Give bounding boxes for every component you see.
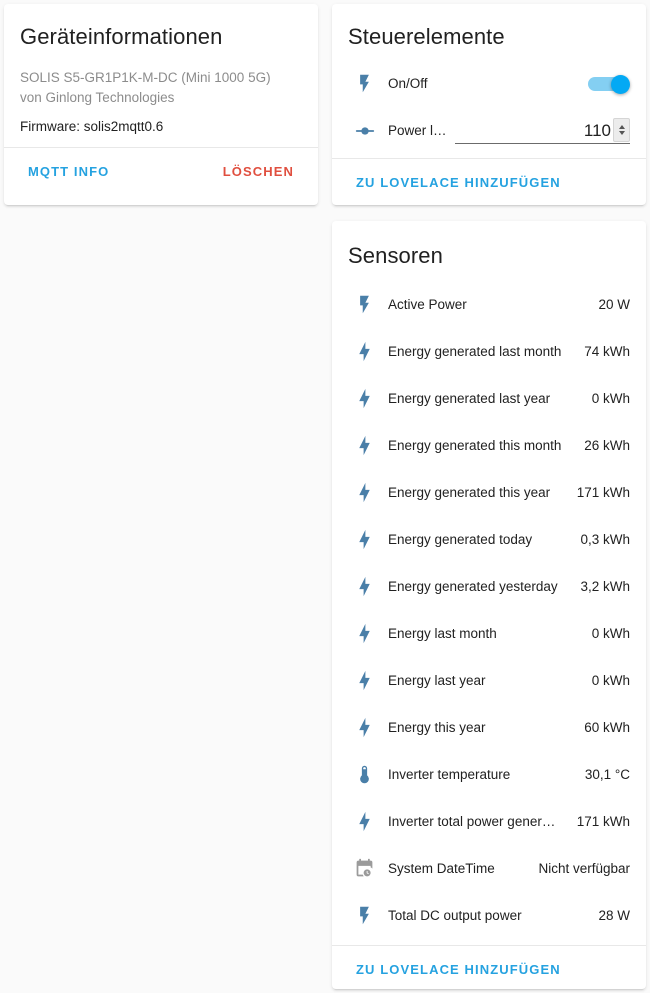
calendar-clock-icon xyxy=(348,858,388,879)
stepper-up-icon[interactable] xyxy=(618,124,625,129)
controls-card: Steuerelemente On/Off Power li… 110 ZU L… xyxy=(332,4,646,205)
sensors-title: Sensoren xyxy=(348,243,443,268)
sensor-row[interactable]: Energy last year 0 kWh xyxy=(348,657,630,704)
device-page: Geräteinformationen SOLIS S5-GR1P1K-M-DC… xyxy=(0,0,650,993)
sensor-row[interactable]: Energy generated this month 26 kWh xyxy=(348,422,630,469)
flash-icon xyxy=(348,73,388,94)
flash-icon xyxy=(348,294,388,315)
sensors-actions: ZU LOVELACE HINZUFÜGEN xyxy=(332,946,646,989)
sensor-name: System DateTime xyxy=(388,861,495,876)
sensor-value: 60 kWh xyxy=(584,720,630,735)
sensor-name: Energy last month xyxy=(388,626,497,641)
sensor-value: 0 kWh xyxy=(591,626,630,641)
sensor-name: Energy generated today xyxy=(388,532,533,547)
sensor-row[interactable]: Energy generated yesterday 3,2 kWh xyxy=(348,563,630,610)
sensor-name: Energy generated last year xyxy=(388,391,551,406)
power-limit-input[interactable] xyxy=(455,120,613,143)
sensors-add-to-lovelace-button[interactable]: ZU LOVELACE HINZUFÜGEN xyxy=(348,957,569,982)
device-firmware: Firmware: solis2mqtt0.6 xyxy=(20,119,164,134)
sensor-value: 74 kWh xyxy=(584,344,630,359)
lightning-bolt-icon xyxy=(348,717,388,738)
sensor-row[interactable]: Energy this year 60 kWh xyxy=(348,704,630,751)
lightning-bolt-icon xyxy=(348,576,388,597)
sensor-value: Nicht verfügbar xyxy=(538,861,630,876)
lightning-bolt-icon xyxy=(348,623,388,644)
lightning-bolt-icon xyxy=(348,388,388,409)
lightning-bolt-icon xyxy=(348,670,388,691)
sensor-row[interactable]: Energy last month 0 kWh xyxy=(348,610,630,657)
sensor-value: 28 W xyxy=(598,908,630,923)
sensor-row[interactable]: Inverter temperature 30,1 °C xyxy=(348,751,630,798)
device-info-title: Geräteinformationen xyxy=(20,24,223,49)
sensor-value: 0 kWh xyxy=(591,673,630,688)
sensor-name: Energy this year xyxy=(388,720,486,735)
toggle-thumb xyxy=(611,74,630,94)
sensor-name: Total DC output power xyxy=(388,908,522,923)
control-row-onoff[interactable]: On/Off xyxy=(348,60,630,107)
sensor-name: Inverter temperature xyxy=(388,767,511,782)
sensor-value: 171 kWh xyxy=(576,485,630,500)
controls-add-to-lovelace-button[interactable]: ZU LOVELACE HINZUFÜGEN xyxy=(348,170,569,195)
sensors-body: Sensoren Active Power 20 W Energy generate… xyxy=(332,221,646,945)
flash-icon xyxy=(348,905,388,926)
sensor-value: 171 kWh xyxy=(576,814,630,829)
thermometer-icon xyxy=(348,764,388,785)
sensor-row[interactable]: Energy generated today 0,3 kWh xyxy=(348,516,630,563)
sensor-row[interactable]: Energy generated last month 74 kWh xyxy=(348,328,630,375)
sensor-value: 0,3 kWh xyxy=(580,532,630,547)
sensor-value: 20 W xyxy=(598,297,630,312)
control-row-power-limit[interactable]: Power li… xyxy=(348,107,630,154)
sensor-row[interactable]: System DateTime Nicht verfügbar xyxy=(348,845,630,892)
sensor-row[interactable]: Energy generated last year 0 kWh xyxy=(348,375,630,422)
delete-device-button[interactable]: LÖSCHEN xyxy=(215,159,302,184)
sensor-name: Energy generated yesterday xyxy=(388,579,558,594)
sensor-name: Energy generated last month xyxy=(388,344,562,359)
controls-title: Steuerelemente xyxy=(348,24,505,49)
device-info-card: Geräteinformationen SOLIS S5-GR1P1K-M-DC… xyxy=(4,4,318,205)
sensors-card: Sensoren Active Power 20 W Energy generate… xyxy=(332,221,646,989)
stepper-down-icon[interactable] xyxy=(618,130,625,135)
device-info-actions: MQTT INFO LÖSCHEN xyxy=(4,148,318,195)
power-limit-stepper[interactable] xyxy=(613,117,630,142)
control-name-onoff: On/Off xyxy=(388,76,428,91)
sensor-list: Active Power 20 W Energy generated last mo… xyxy=(348,281,630,939)
sensor-name: Energy generated this year xyxy=(388,485,551,500)
device-manufacturer: von Ginlong Technologies xyxy=(20,90,175,105)
sensor-value: 26 kWh xyxy=(584,438,630,453)
sensor-name: Energy generated this month xyxy=(388,438,562,453)
controls-body: Steuerelemente On/Off Power li… 110 xyxy=(332,4,646,158)
power-limit-field[interactable] xyxy=(455,117,630,144)
controls-actions: ZU LOVELACE HINZUFÜGEN xyxy=(332,159,646,205)
sensor-row[interactable]: Total DC output power 28 W xyxy=(348,892,630,939)
sensor-value: 0 kWh xyxy=(591,391,630,406)
sensor-row[interactable]: Energy generated this year 171 kWh xyxy=(348,469,630,516)
slider-knob-icon xyxy=(348,120,388,142)
control-name-power-limit: Power li… xyxy=(388,123,450,138)
device-model: SOLIS S5-GR1P1K-M-DC (Mini 1000 5G) xyxy=(20,70,271,85)
sensor-row[interactable]: Active Power 20 W xyxy=(348,281,630,328)
sensor-row[interactable]: Inverter total power gener… 171 kWh xyxy=(348,798,630,845)
lightning-bolt-icon xyxy=(348,811,388,832)
sensor-name: Inverter total power gener… xyxy=(388,814,556,829)
lightning-bolt-icon xyxy=(348,482,388,503)
sensor-value: 30,1 °C xyxy=(584,767,630,782)
device-info-body: Geräteinformationen SOLIS S5-GR1P1K-M-DC… xyxy=(4,4,318,147)
sensor-name: Energy last year xyxy=(388,673,486,688)
sensor-value: 3,2 kWh xyxy=(580,579,630,594)
lightning-bolt-icon xyxy=(348,435,388,456)
mqtt-info-button[interactable]: MQTT INFO xyxy=(20,159,117,184)
onoff-toggle[interactable] xyxy=(588,74,630,94)
lightning-bolt-icon xyxy=(348,341,388,362)
lightning-bolt-icon xyxy=(348,529,388,550)
sensor-name: Active Power xyxy=(388,297,467,312)
